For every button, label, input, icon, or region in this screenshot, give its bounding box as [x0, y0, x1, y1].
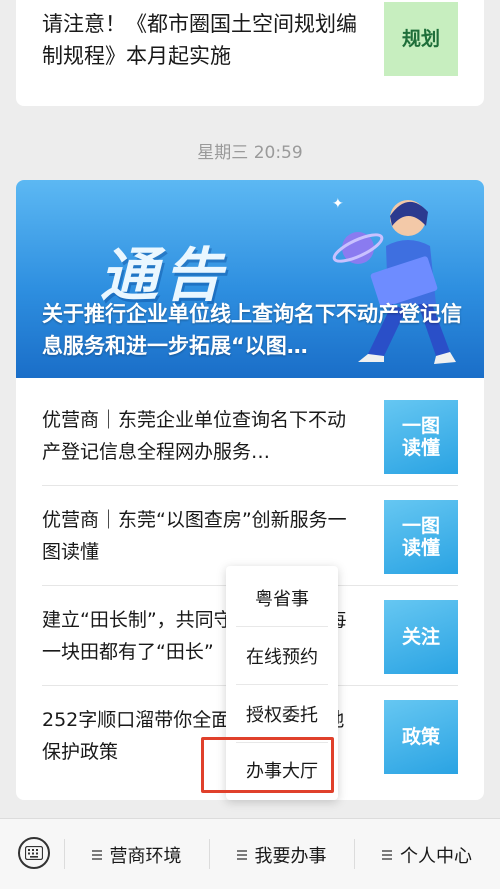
svg-text:✦: ✦	[332, 196, 344, 212]
bottom-menu-bar: 营商环境 我要办事 个人中心	[0, 818, 500, 889]
menu-item-authorization[interactable]: 授权委托	[234, 686, 330, 742]
keyboard-icon[interactable]	[18, 837, 50, 869]
list-item[interactable]: 优营商｜东莞企业单位查询名下不动产登记信息全程网办服务… 一图 读懂	[16, 388, 484, 486]
menu-lines-icon	[91, 848, 102, 862]
message-timestamp: 星期三 20:59	[197, 143, 303, 163]
tab-label: 营商环境	[109, 845, 182, 867]
top-article-card[interactable]: 请注意！《都市圈国土空间规划编制规程》本月起实施 规划	[16, 0, 484, 106]
list-item-thumb: 关注	[384, 600, 458, 674]
list-item-title: 优营商｜东莞企业单位查询名下不动产登记信息全程网办服务…	[42, 409, 347, 463]
tab-label: 个人中心	[400, 845, 472, 867]
divider	[236, 626, 328, 627]
list-item-thumb: 政策	[384, 700, 458, 774]
banner-headline: 关于推行企业单位线上查询名下不动产登记信息服务和进一步拓展“以图…	[42, 302, 462, 358]
tab-personal-center[interactable]: 个人中心	[354, 819, 500, 889]
top-article-title: 请注意！《都市圈国土空间规划编制规程》本月起实施	[42, 12, 357, 68]
list-item-thumb: 一图 读懂	[384, 400, 458, 474]
divider	[236, 684, 328, 685]
divider	[42, 485, 458, 486]
top-article-thumb: 规划	[384, 2, 458, 76]
tab-label: 我要办事	[254, 845, 327, 867]
menu-item-online-booking[interactable]: 在线预约	[234, 628, 330, 684]
tab-business-environment[interactable]: 营商环境	[64, 819, 209, 889]
banner-article[interactable]: ✦ 通告 关于推行企业单位线上查询名下不动产登记信息服务和进一步拓展“以图…	[16, 180, 484, 378]
menu-item-yueshengshi[interactable]: 粤省事	[234, 570, 330, 626]
highlight-box	[201, 737, 334, 793]
list-item-thumb: 一图 读懂	[384, 500, 458, 574]
menu-lines-icon	[236, 848, 247, 862]
list-item-title: 优营商｜东莞“以图查房”创新服务一图读懂	[42, 509, 347, 563]
tab-handle-affairs[interactable]: 我要办事	[209, 819, 354, 889]
menu-lines-icon	[382, 848, 392, 862]
